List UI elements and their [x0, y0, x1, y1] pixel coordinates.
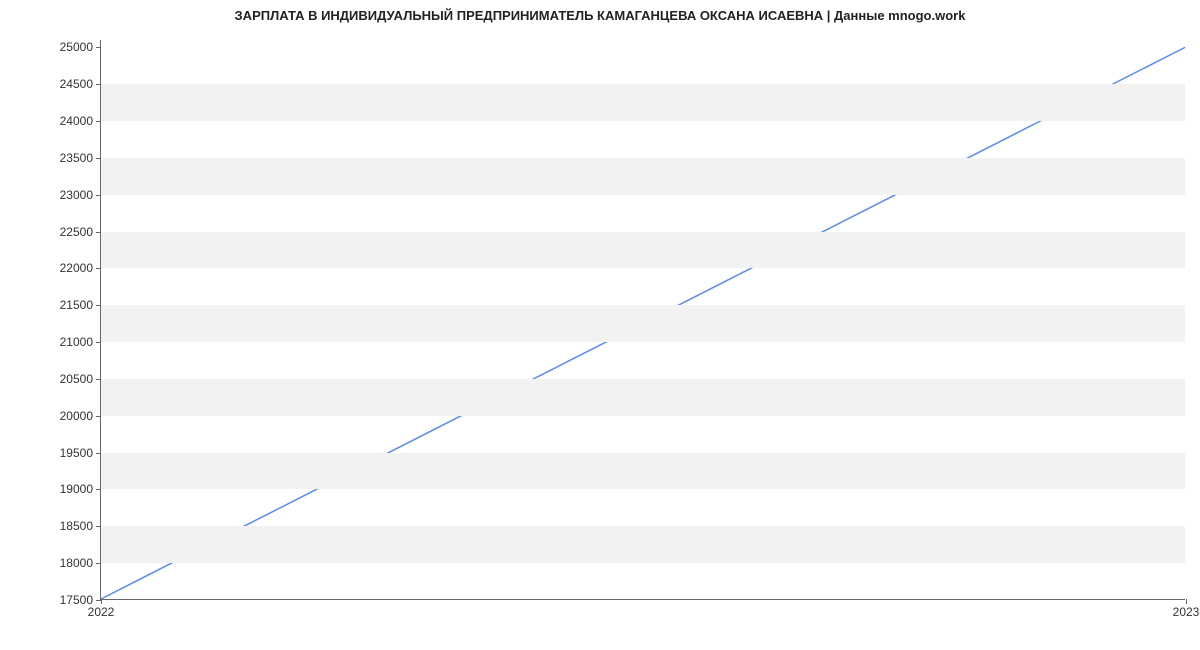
y-tick-label: 21000: [60, 335, 101, 349]
y-tick-label: 18500: [60, 519, 101, 533]
x-tick-label: 2022: [88, 599, 115, 619]
x-tick-label: 2023: [1173, 599, 1200, 619]
y-tick-label: 22500: [60, 225, 101, 239]
grid-band: [101, 84, 1185, 121]
grid-band: [101, 453, 1185, 490]
grid-band: [101, 526, 1185, 563]
y-tick-label: 23000: [60, 188, 101, 202]
y-tick-label: 23500: [60, 151, 101, 165]
y-tick-label: 20000: [60, 409, 101, 423]
y-tick-label: 25000: [60, 40, 101, 54]
y-tick-label: 18000: [60, 556, 101, 570]
grid-band: [101, 232, 1185, 269]
grid-band: [101, 158, 1185, 195]
y-tick-label: 19500: [60, 446, 101, 460]
y-tick-label: 20500: [60, 372, 101, 386]
y-tick-label: 22000: [60, 261, 101, 275]
y-tick-label: 19000: [60, 482, 101, 496]
chart-title: ЗАРПЛАТА В ИНДИВИДУАЛЬНЫЙ ПРЕДПРИНИМАТЕЛ…: [0, 8, 1200, 23]
y-tick-label: 24000: [60, 114, 101, 128]
plot-area: 1750018000185001900019500200002050021000…: [100, 40, 1185, 600]
grid-band: [101, 379, 1185, 416]
y-tick-label: 21500: [60, 298, 101, 312]
grid-band: [101, 305, 1185, 342]
y-tick-label: 24500: [60, 77, 101, 91]
salary-line-chart: ЗАРПЛАТА В ИНДИВИДУАЛЬНЫЙ ПРЕДПРИНИМАТЕЛ…: [0, 0, 1200, 650]
